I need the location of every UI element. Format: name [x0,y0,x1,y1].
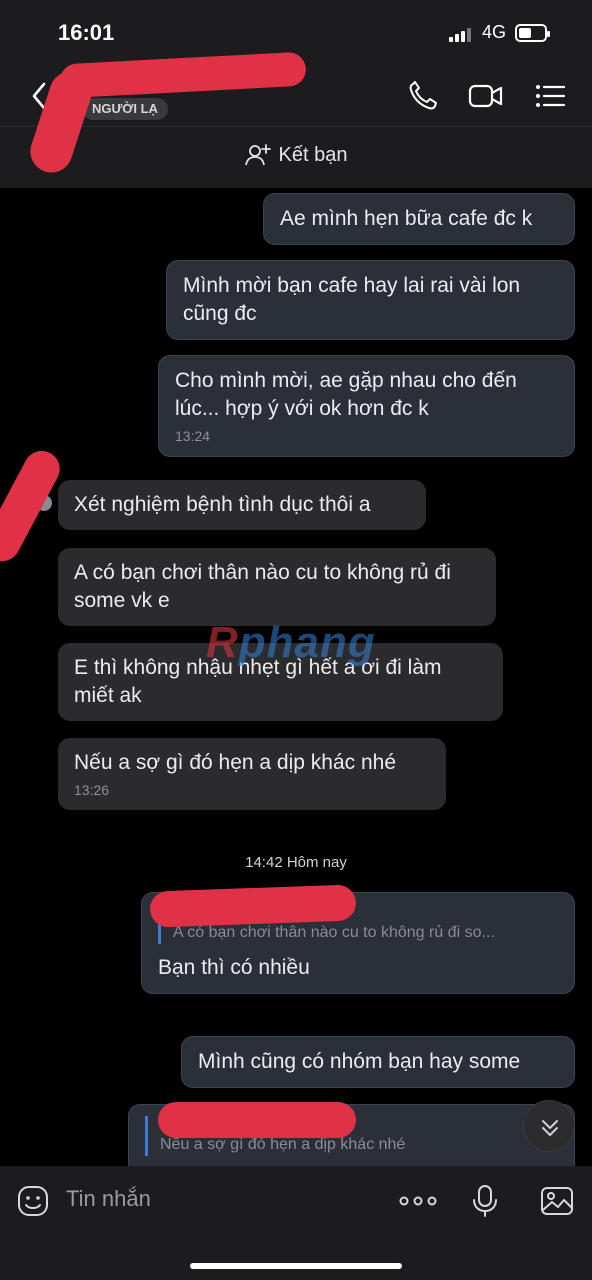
stranger-badge: NGƯỜI LẠ [82,98,168,120]
signal-icon [449,28,473,42]
add-friend-icon [244,144,271,166]
home-indicator [190,1263,402,1269]
message-text: A có bạn chơi thân nào cu to không rủ đi… [74,561,451,612]
message-bubble[interactable]: Mình mời bạn cafe hay lai rai vài lon cũ… [166,260,575,340]
add-friend-bar: Kết bạn [0,126,592,188]
message-bubble[interactable]: Nếu a sợ gì đó hẹn a dịp khác nhé 13:26 [58,738,446,810]
battery-icon [515,24,550,42]
message-text: Bạn thì có nhiều [158,956,310,979]
scroll-down-button[interactable] [523,1100,575,1152]
redaction-mark [149,884,357,928]
message-text: Ae mình hẹn bữa cafe đc k [280,207,533,230]
message-bubble[interactable]: Cho mình mời, ae gặp nhau cho đến lúc...… [158,355,575,457]
message-text: Mình mời bạn cafe hay lai rai vài lon cũ… [183,274,521,325]
message-text: Xét nghiệm bệnh tình dục thôi a [74,493,371,516]
chevron-down-icon [542,1120,558,1136]
network-type: 4G [482,22,507,42]
message-time: 13:26 [74,782,110,798]
add-friend-label: Kết bạn [278,143,348,166]
menu-list-icon[interactable] [534,80,568,112]
watermark-logo: Rphang [206,618,376,667]
chat-area[interactable]: Ae mình hẹn bữa cafe đc k Mình mời bạn c… [0,188,592,1166]
message-text: Mình cũng có nhóm bạn hay some [198,1050,521,1073]
message-bubble[interactable]: A có bạn chơi thân nào cu to không rủ đi… [58,548,496,626]
phone-icon[interactable] [406,80,440,112]
message-composer: Tin nhắn [0,1166,592,1280]
date-separator: 14:42 Hôm nay [245,854,347,871]
redaction-mark [0,444,67,568]
message-text: Nếu a sợ gì đó hẹn a dịp khác nhé [74,751,396,774]
add-friend-button[interactable]: Kết bạn [244,143,348,167]
message-bubble[interactable]: Mình cũng có nhóm bạn hay some [181,1036,575,1088]
redaction-mark [158,1102,356,1138]
message-input[interactable]: Tin nhắn [66,1186,151,1212]
message-text: Cho mình mời, ae gặp nhau cho đến lúc...… [175,369,517,420]
more-dots-icon[interactable] [399,1184,437,1218]
message-time: 13:24 [175,428,211,444]
microphone-icon[interactable] [468,1184,502,1218]
image-icon[interactable] [540,1184,574,1218]
quoted-text: A có bạn chơi thân nào cu to không rủ đi… [173,924,495,941]
message-bubble[interactable]: Ae mình hẹn bữa cafe đc k [263,193,575,245]
video-call-icon[interactable] [468,80,503,112]
status-time: 16:01 [58,20,115,45]
sticker-icon[interactable] [16,1184,50,1218]
message-bubble[interactable]: Xét nghiệm bệnh tình dục thôi a [58,480,426,530]
